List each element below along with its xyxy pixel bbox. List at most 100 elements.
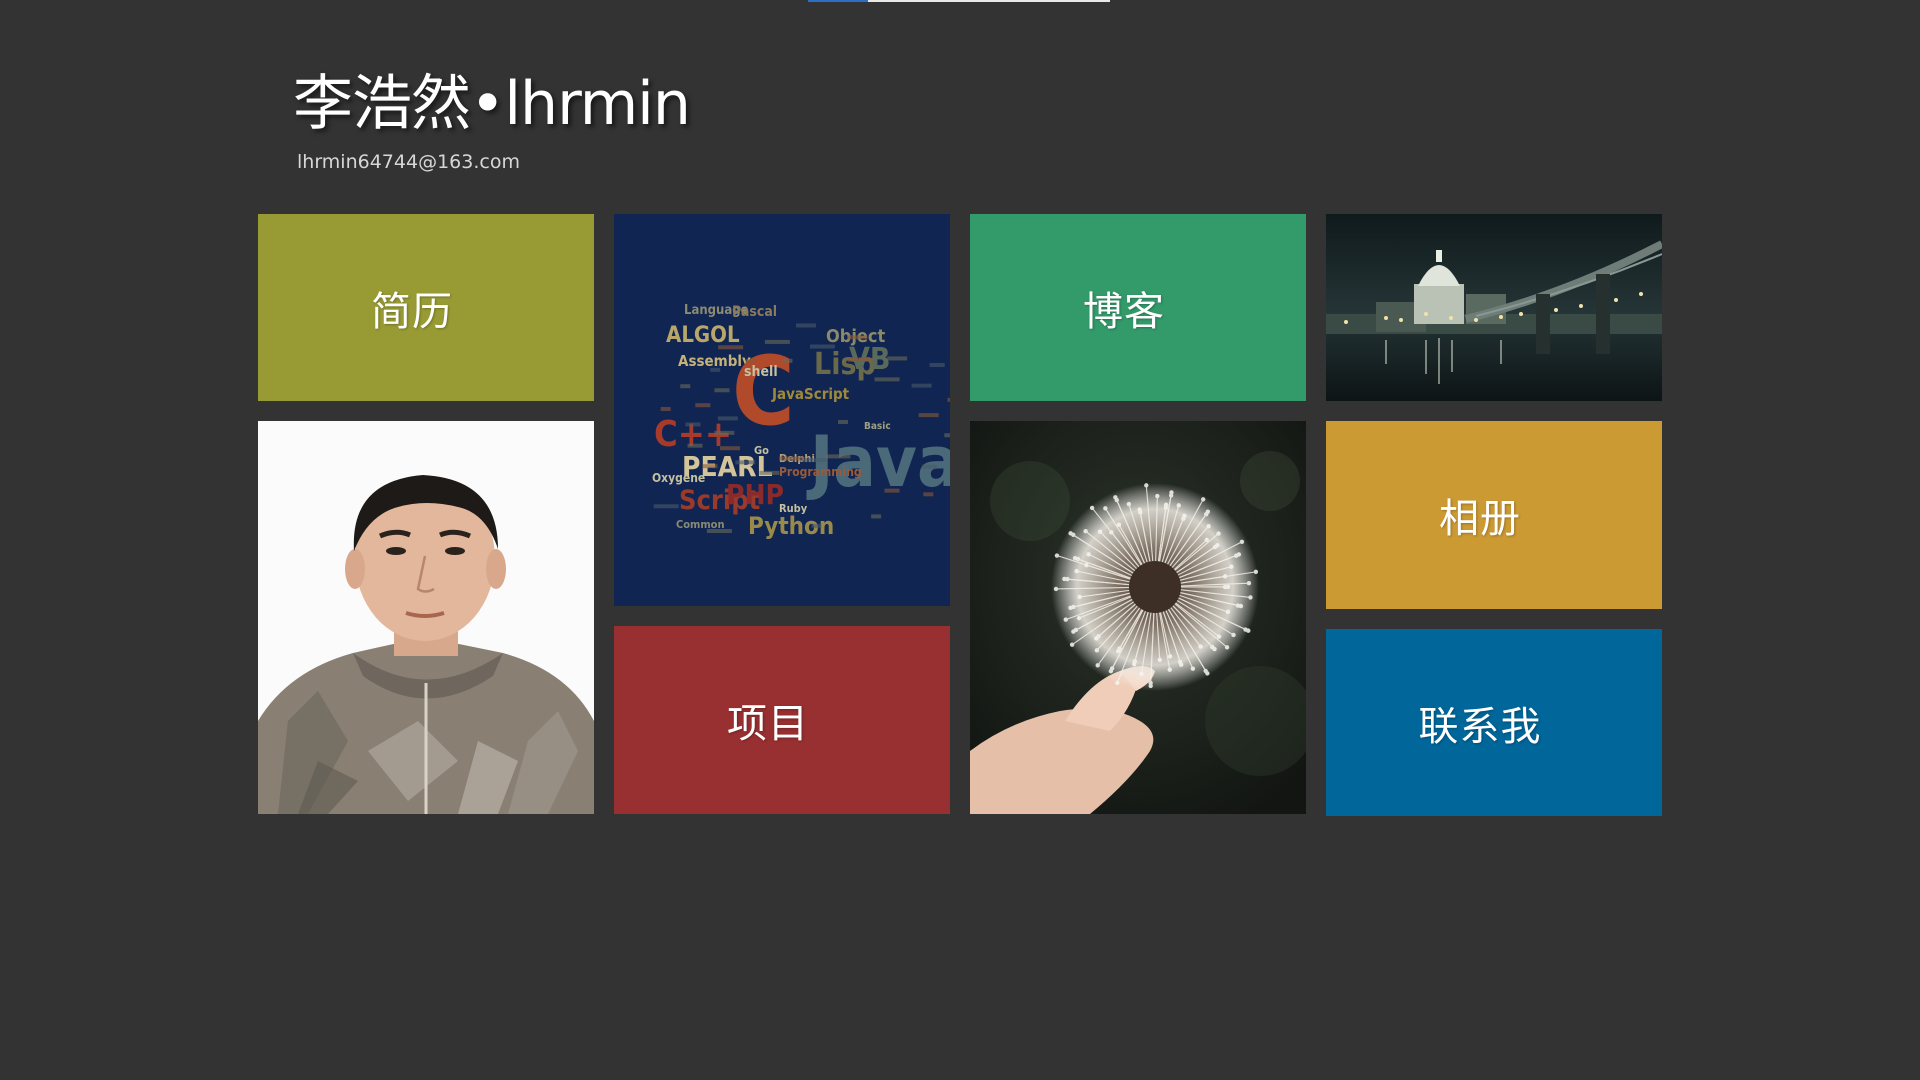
contact-email: lhrmin64744@163.com: [297, 151, 520, 173]
word-cloud-filler: [745, 359, 756, 364]
word-cloud-filler: [811, 523, 822, 528]
dandelion-seed-tip: [1182, 513, 1187, 519]
dandelion-seed-tip: [1077, 594, 1082, 600]
dandelion-seed-tip: [1094, 648, 1100, 653]
dandelion-seed-tip: [1053, 586, 1059, 592]
dandelion-seed-tip: [1236, 552, 1242, 557]
dandelion-seed-tip: [1224, 645, 1230, 650]
dandelion-seed-tip: [1155, 493, 1160, 499]
dandelion-seed-tip: [1071, 629, 1076, 634]
dandelion-photo-icon: [970, 421, 1306, 814]
word-cloud-filler: [719, 446, 740, 451]
tile-album[interactable]: 相册: [1326, 421, 1662, 609]
word-cloud-word: ALGOL: [666, 323, 740, 348]
programming-word-cloud-tile[interactable]: Language Pascal ALGOL Assembly C C++ shell Java…: [614, 214, 950, 606]
dandelion-seed-tip: [1169, 490, 1174, 495]
word-cloud-filler: [653, 504, 679, 509]
dandelion-seed-tip: [1200, 497, 1206, 502]
word-cloud-filler: [764, 339, 790, 344]
dandelion-seed-tip: [1144, 483, 1149, 488]
word-cloud-filler: [687, 443, 703, 448]
word-cloud-filler: [847, 357, 873, 362]
tile-resume[interactable]: 简历: [258, 214, 594, 401]
dandelion-seed-tip: [1109, 530, 1114, 535]
dandelion-seed-tip: [1115, 680, 1120, 686]
dandelion-seed-tip: [1139, 671, 1144, 677]
dandelion-photo-tile[interactable]: [970, 421, 1306, 814]
word-cloud-filler: [685, 422, 701, 427]
word-cloud-filler: [947, 397, 950, 402]
word-cloud-filler: [944, 433, 950, 438]
portrait-photo-icon: [258, 421, 594, 814]
word-cloud-filler: [782, 358, 793, 363]
word-cloud-filler: [718, 345, 744, 350]
dandelion-seed-tip: [1176, 503, 1181, 508]
dandelion-seed-tip: [1108, 668, 1114, 674]
dandelion-seed-tip: [1137, 507, 1142, 512]
dandelion-seed-tip: [1216, 531, 1221, 536]
dandelion-seed-tip: [1148, 683, 1153, 689]
dandelion-seed-tip: [1068, 531, 1073, 536]
home-page: 李浩然•lhrmin lhrmin64744@163.com 简历 Langua…: [0, 0, 1920, 1080]
word-cloud-filler: [680, 384, 691, 389]
word-cloud-filler: [795, 323, 816, 328]
dandelion-seed-tip: [1068, 605, 1073, 611]
word-cloud-word: Basic: [864, 421, 891, 432]
word-cloud-filler: [884, 488, 900, 493]
word-cloud-filler: [779, 456, 805, 461]
word-cloud-filler: [923, 492, 934, 497]
dandelion-seed-tip: [1215, 543, 1220, 548]
night-city-skyline-photo-icon: [1326, 214, 1662, 401]
loading-progress-fill: [808, 0, 869, 2]
word-cloud-filler: [702, 464, 718, 469]
word-cloud-word: Go: [754, 444, 769, 457]
dandelion-seed-tip: [1062, 576, 1067, 582]
tile-blog[interactable]: 博客: [970, 214, 1306, 401]
word-cloud-filler: [847, 335, 868, 340]
dandelion-seed-tip: [1179, 662, 1184, 667]
dandelion-seed-tip: [1063, 617, 1068, 622]
dandelion-seed-tip: [1206, 524, 1211, 529]
word-cloud-filler: [714, 388, 730, 393]
word-cloud-filler: [809, 344, 835, 349]
dandelion-seed-tip: [1205, 671, 1210, 676]
dandelion-seed-tip: [1072, 555, 1078, 561]
word-cloud-filler: [911, 383, 932, 388]
word-cloud-word: Programming: [779, 465, 862, 479]
dandelion-seed-tip: [1239, 539, 1245, 544]
portrait-photo-tile[interactable]: [258, 421, 594, 814]
tile-album-label: 相册: [1439, 496, 1521, 542]
dandelion-seed-tip: [1225, 584, 1231, 590]
tile-contact-label: 联系我: [1418, 703, 1542, 750]
word-cloud-word: Java: [806, 421, 950, 503]
word-cloud-word: JavaScript: [771, 385, 850, 403]
word-cloud-filler: [825, 454, 851, 459]
tile-contact[interactable]: 联系我: [1326, 629, 1662, 816]
dandelion-seed-tip: [1115, 648, 1121, 654]
tile-project-label: 项目: [727, 701, 809, 747]
programming-languages-word-cloud-icon: LanguagePascalALGOLAssemblyCC++shellJava…: [614, 214, 950, 606]
word-cloud-filler: [717, 416, 738, 421]
dandelion-seed-tip: [1095, 663, 1100, 668]
tile-project[interactable]: 项目: [614, 626, 950, 814]
dandelion-seed-tip: [1231, 632, 1236, 638]
dandelion-seed-tip: [1253, 569, 1259, 575]
loading-progress-bar: [808, 0, 1110, 2]
dandelion-seed-tip: [1212, 646, 1217, 652]
dandelion-seed-tip: [1089, 505, 1095, 511]
word-cloud-filler: [918, 413, 939, 418]
dandelion-seed-tip: [1157, 657, 1162, 663]
word-cloud-filler: [660, 406, 671, 411]
dandelion-seed-tip: [1103, 506, 1108, 511]
dandelion-seed-tip: [1084, 562, 1089, 568]
dandelion-seed-tip: [1246, 628, 1251, 633]
dandelion-seed-tip: [1054, 553, 1060, 558]
word-cloud-word: Oxygene: [652, 471, 705, 485]
word-cloud-filler: [887, 356, 908, 361]
dandelion-seed-tip: [1246, 581, 1252, 586]
word-cloud-filler: [838, 420, 848, 424]
dandelion-seed-tip: [1116, 522, 1122, 527]
site-title: 李浩然•lhrmin: [293, 69, 691, 139]
word-cloud-word: PHP: [726, 478, 784, 511]
night-city-photo-tile[interactable]: [1326, 214, 1662, 401]
